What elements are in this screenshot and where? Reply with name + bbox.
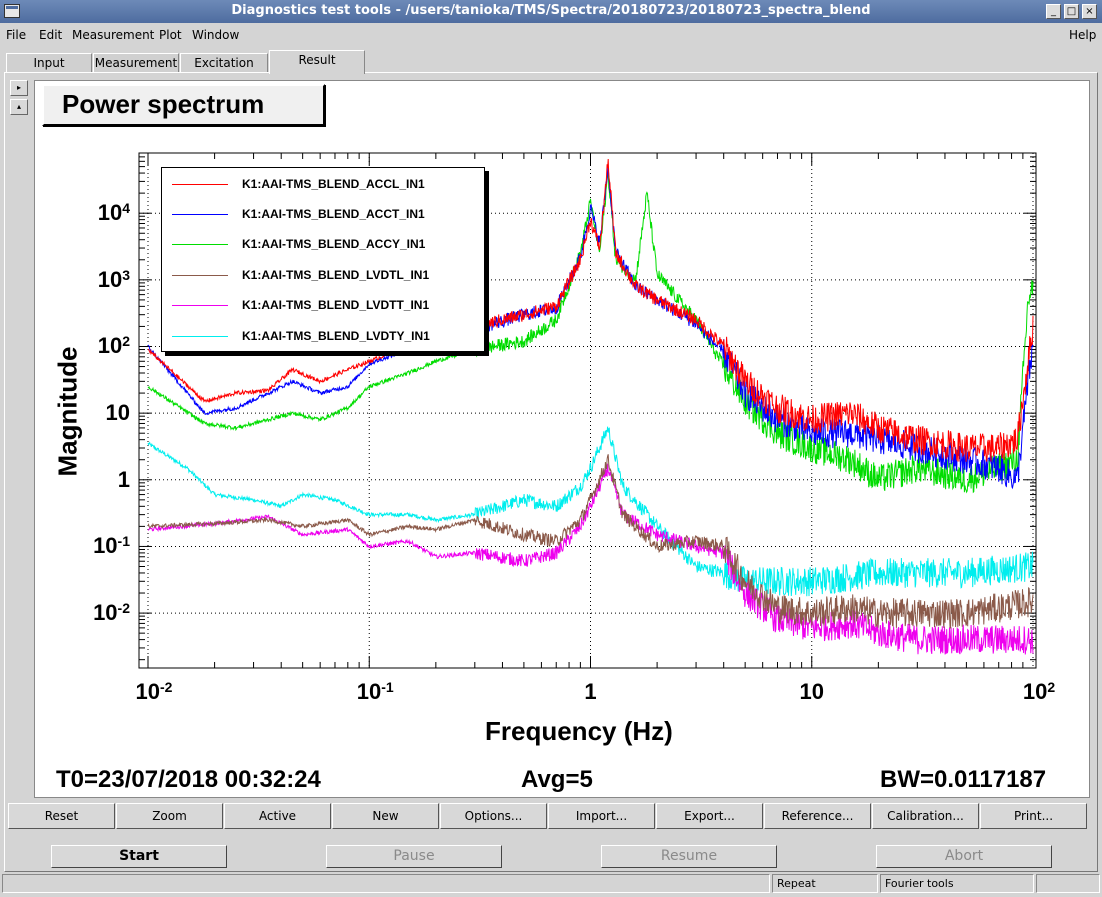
print-button[interactable]: Print... bbox=[980, 803, 1087, 829]
menu-plot[interactable]: Plot bbox=[159, 28, 182, 42]
maximize-icon[interactable]: □ bbox=[1064, 4, 1079, 19]
y-tick-label: 103 bbox=[97, 266, 130, 292]
collapse-up-icon[interactable]: ▴ bbox=[10, 99, 28, 115]
legend-swatch bbox=[172, 184, 228, 185]
menu-edit[interactable]: Edit bbox=[39, 28, 62, 42]
legend-swatch bbox=[172, 336, 228, 337]
legend-swatch bbox=[172, 275, 228, 276]
tab-excitation[interactable]: Excitation bbox=[180, 53, 268, 73]
legend-label: K1:AAI-TMS_BLEND_LVDTY_IN1 bbox=[242, 329, 430, 343]
chart-legend: K1:AAI-TMS_BLEND_ACCL_IN1 K1:AAI-TMS_BLE… bbox=[161, 167, 485, 352]
options-button[interactable]: Options... bbox=[440, 803, 547, 829]
minimize-icon[interactable]: _ bbox=[1046, 4, 1061, 19]
avg-readout: Avg=5 bbox=[521, 766, 593, 793]
status-bar: Repeat Fourier tools bbox=[0, 874, 1102, 897]
status-message bbox=[2, 874, 770, 893]
bw-readout: BW=0.0117187 bbox=[880, 766, 1047, 793]
legend-label: K1:AAI-TMS_BLEND_ACCY_IN1 bbox=[242, 237, 426, 251]
expand-right-icon[interactable]: ▸ bbox=[10, 80, 28, 96]
reference-button[interactable]: Reference... bbox=[764, 803, 871, 829]
legend-swatch bbox=[172, 244, 228, 245]
plot-title: Power spectrum bbox=[42, 84, 325, 126]
export-button[interactable]: Export... bbox=[656, 803, 763, 829]
legend-label: K1:AAI-TMS_BLEND_ACCT_IN1 bbox=[242, 207, 425, 221]
window-title: Diagnostics test tools - /users/tanioka/… bbox=[231, 3, 871, 18]
legend-swatch bbox=[172, 305, 228, 306]
tab-input[interactable]: Input bbox=[6, 53, 92, 73]
tab-bar: Input Measurement Excitation Result bbox=[0, 50, 1102, 74]
legend-swatch bbox=[172, 214, 228, 215]
status-extra bbox=[1036, 874, 1100, 893]
legend-entry: K1:AAI-TMS_BLEND_LVDTY_IN1 bbox=[162, 322, 484, 352]
x-tick-label: 10-1 bbox=[356, 679, 394, 704]
close-icon[interactable]: × bbox=[1082, 4, 1097, 19]
resume-button[interactable]: Resume bbox=[601, 845, 777, 868]
y-tick-label: 10-1 bbox=[93, 533, 130, 559]
abort-button[interactable]: Abort bbox=[876, 845, 1052, 868]
zoom-button[interactable]: Zoom bbox=[116, 803, 223, 829]
import-button[interactable]: Import... bbox=[548, 803, 655, 829]
legend-label: K1:AAI-TMS_BLEND_ACCL_IN1 bbox=[242, 177, 425, 191]
new-button[interactable]: New bbox=[332, 803, 439, 829]
window-titlebar: Diagnostics test tools - /users/tanioka/… bbox=[0, 0, 1102, 23]
menu-help[interactable]: Help bbox=[1069, 28, 1096, 42]
legend-entry: K1:AAI-TMS_BLEND_ACCL_IN1 bbox=[162, 170, 484, 200]
calibration-button[interactable]: Calibration... bbox=[872, 803, 979, 829]
legend-label: K1:AAI-TMS_BLEND_LVDTL_IN1 bbox=[242, 268, 430, 282]
x-tick-label: 1 bbox=[584, 679, 597, 704]
y-tick-label: 104 bbox=[97, 200, 130, 226]
x-axis-label: Frequency (Hz) bbox=[485, 716, 673, 746]
status-mode: Repeat bbox=[772, 874, 878, 893]
active-button[interactable]: Active bbox=[224, 803, 331, 829]
pause-button[interactable]: Pause bbox=[326, 845, 502, 868]
t0-readout: T0=23/07/2018 00:32:24 bbox=[56, 766, 321, 793]
x-tick-label: 102 bbox=[1022, 679, 1056, 704]
menu-window[interactable]: Window bbox=[192, 28, 239, 42]
menu-measurement[interactable]: Measurement bbox=[72, 28, 154, 42]
plot-toolbar: Reset Zoom Active New Options... Import.… bbox=[8, 803, 1090, 829]
legend-entry: K1:AAI-TMS_BLEND_LVDTL_IN1 bbox=[162, 261, 484, 291]
tab-measurement[interactable]: Measurement bbox=[93, 53, 179, 73]
y-axis-label: Magnitude bbox=[52, 346, 83, 477]
x-tick-label: 10 bbox=[799, 679, 824, 704]
menu-file[interactable]: File bbox=[6, 28, 26, 42]
legend-entry: K1:AAI-TMS_BLEND_ACCY_IN1 bbox=[162, 230, 484, 260]
x-tick-label: 10-2 bbox=[135, 679, 173, 704]
status-tool: Fourier tools bbox=[880, 874, 1034, 893]
legend-entry: K1:AAI-TMS_BLEND_LVDTT_IN1 bbox=[162, 291, 484, 321]
legend-entry: K1:AAI-TMS_BLEND_ACCT_IN1 bbox=[162, 200, 484, 230]
reset-button[interactable]: Reset bbox=[8, 803, 115, 829]
tab-result[interactable]: Result bbox=[269, 50, 365, 74]
y-tick-label: 10-2 bbox=[93, 600, 130, 626]
legend-label: K1:AAI-TMS_BLEND_LVDTT_IN1 bbox=[242, 298, 430, 312]
menubar: File Edit Measurement Plot Window Help bbox=[0, 24, 1102, 46]
start-button[interactable]: Start bbox=[51, 845, 227, 868]
